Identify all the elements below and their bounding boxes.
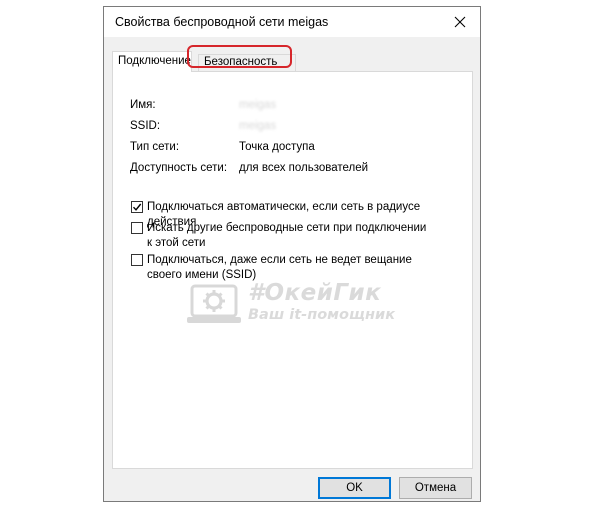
info-value-network-type: Точка доступа xyxy=(239,141,315,153)
checkbox-connect-hidden-ssid[interactable] xyxy=(131,254,143,266)
connection-tab-panel: Имя: meigas SSID: meigas Тип сети: Точка… xyxy=(112,71,473,469)
checkbox-connect-automatically[interactable] xyxy=(131,201,143,213)
option-search-other-networks[interactable]: Искать другие беспроводные сети при подк… xyxy=(131,221,431,251)
cancel-button-label: Отмена xyxy=(414,482,457,494)
info-label-network-type: Тип сети: xyxy=(130,141,180,153)
title-bar[interactable]: Свойства беспроводной сети meigas xyxy=(104,7,480,37)
ok-button[interactable]: OK xyxy=(318,477,391,499)
close-button[interactable] xyxy=(440,7,480,37)
checkbox-search-other-networks[interactable] xyxy=(131,222,143,234)
info-value-ssid: meigas xyxy=(239,120,277,132)
ok-button-label: OK xyxy=(346,482,363,494)
option-label: Подключаться, даже если сеть не ведет ве… xyxy=(147,254,412,281)
info-label-ssid: SSID: xyxy=(130,120,161,132)
close-icon xyxy=(454,16,466,28)
window-title: Свойства беспроводной сети meigas xyxy=(115,15,329,29)
info-value-name: meigas xyxy=(239,99,277,111)
wireless-properties-dialog: Свойства беспроводной сети meigas Подклю… xyxy=(103,6,481,502)
tab-connection[interactable]: Подключение xyxy=(112,51,192,72)
info-label-availability: Доступность сети: xyxy=(130,162,228,174)
option-label: Искать другие беспроводные сети при подк… xyxy=(147,222,427,249)
checkmark-icon xyxy=(132,203,142,211)
cancel-button[interactable]: Отмена xyxy=(399,477,472,499)
tab-connection-label: Подключение xyxy=(118,55,191,67)
option-connect-hidden-ssid[interactable]: Подключаться, даже если сеть не ведет ве… xyxy=(131,253,441,283)
screenshot-stage: Свойства беспроводной сети meigas Подклю… xyxy=(0,0,592,512)
tab-strip: Подключение Безопасность xyxy=(112,51,472,72)
security-tab-highlight xyxy=(187,45,292,68)
info-value-availability: для всех пользователей xyxy=(239,162,369,174)
info-label-name: Имя: xyxy=(130,99,156,111)
